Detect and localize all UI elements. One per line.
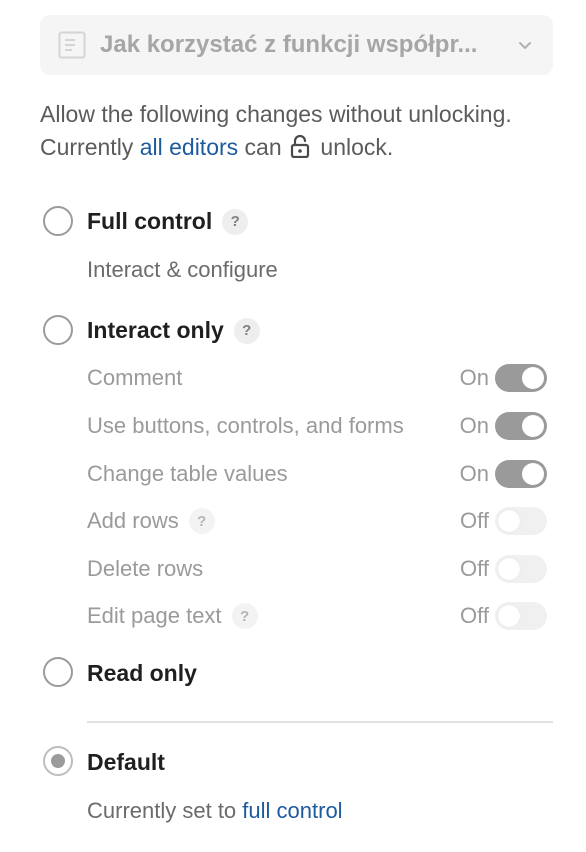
permission-label: Use buttons, controls, and forms xyxy=(87,413,404,438)
comment-toggle[interactable] xyxy=(495,364,547,392)
permission-label: Add rows ? xyxy=(87,508,215,534)
intro-text: Allow the following changes without unlo… xyxy=(40,98,560,167)
read-only-label[interactable]: Read only xyxy=(87,660,197,687)
interact-only-label[interactable]: Interact only ? xyxy=(87,317,260,344)
permission-state: On xyxy=(459,413,489,438)
permission-row-edit-text: Edit page text ? Off xyxy=(87,599,547,633)
permission-label: Edit page text ? xyxy=(87,603,258,629)
interact-only-radio[interactable] xyxy=(43,315,73,345)
permission-state: On xyxy=(459,461,489,486)
full-control-label[interactable]: Full control ? xyxy=(87,208,249,235)
permission-label: Change table values xyxy=(87,461,288,486)
intro-text-2: can xyxy=(244,134,282,160)
read-only-radio[interactable] xyxy=(43,657,73,687)
permission-state: Off xyxy=(460,603,489,628)
all-editors-link[interactable]: all editors xyxy=(140,134,238,160)
table-values-toggle[interactable] xyxy=(495,460,547,488)
full-control-help-icon[interactable]: ? xyxy=(222,208,249,235)
permission-label-text: Edit page text xyxy=(87,603,222,628)
edit-text-toggle[interactable] xyxy=(495,602,547,630)
permission-label: Comment xyxy=(87,365,183,390)
full-control-description: Interact & configure xyxy=(87,257,278,282)
permission-row-add-rows: Add rows ? Off xyxy=(87,504,547,538)
permission-row-comment: Comment On xyxy=(87,361,547,395)
interact-only-label-text: Interact only xyxy=(87,317,224,343)
add-rows-toggle[interactable] xyxy=(495,507,547,535)
default-description-text: Currently set to xyxy=(87,798,237,823)
permission-row-table-values: Change table values On xyxy=(87,457,547,491)
default-label-text: Default xyxy=(87,749,165,775)
permission-row-buttons: Use buttons, controls, and forms On xyxy=(87,409,547,443)
document-icon xyxy=(58,31,86,59)
delete-rows-toggle[interactable] xyxy=(495,555,547,583)
interact-only-help-icon[interactable]: ? xyxy=(233,317,260,344)
permission-label-text: Add rows xyxy=(87,508,179,533)
permission-state: On xyxy=(459,365,489,390)
permission-state: Off xyxy=(460,508,489,533)
page-title: Jak korzystać z funkcji współpr... xyxy=(100,31,478,58)
full-control-radio[interactable] xyxy=(43,206,73,236)
intro-text-3: unlock. xyxy=(320,134,394,160)
permission-row-delete-rows: Delete rows Off xyxy=(87,552,547,586)
default-description: Currently set to full control xyxy=(87,798,343,824)
lock-open-icon xyxy=(290,134,310,167)
buttons-toggle[interactable] xyxy=(495,412,547,440)
page-selector[interactable]: Jak korzystać z funkcji współpr... xyxy=(40,15,553,75)
default-label[interactable]: Default xyxy=(87,749,165,776)
default-radio[interactable] xyxy=(43,746,73,776)
chevron-down-icon xyxy=(515,35,535,55)
read-only-label-text: Read only xyxy=(87,660,197,686)
add-rows-help-icon[interactable]: ? xyxy=(188,508,215,534)
full-control-label-text: Full control xyxy=(87,208,213,234)
full-control-link[interactable]: full control xyxy=(242,798,342,823)
divider xyxy=(87,721,553,723)
edit-text-help-icon[interactable]: ? xyxy=(231,603,258,629)
permission-label: Delete rows xyxy=(87,556,204,581)
permission-state: Off xyxy=(460,556,489,581)
